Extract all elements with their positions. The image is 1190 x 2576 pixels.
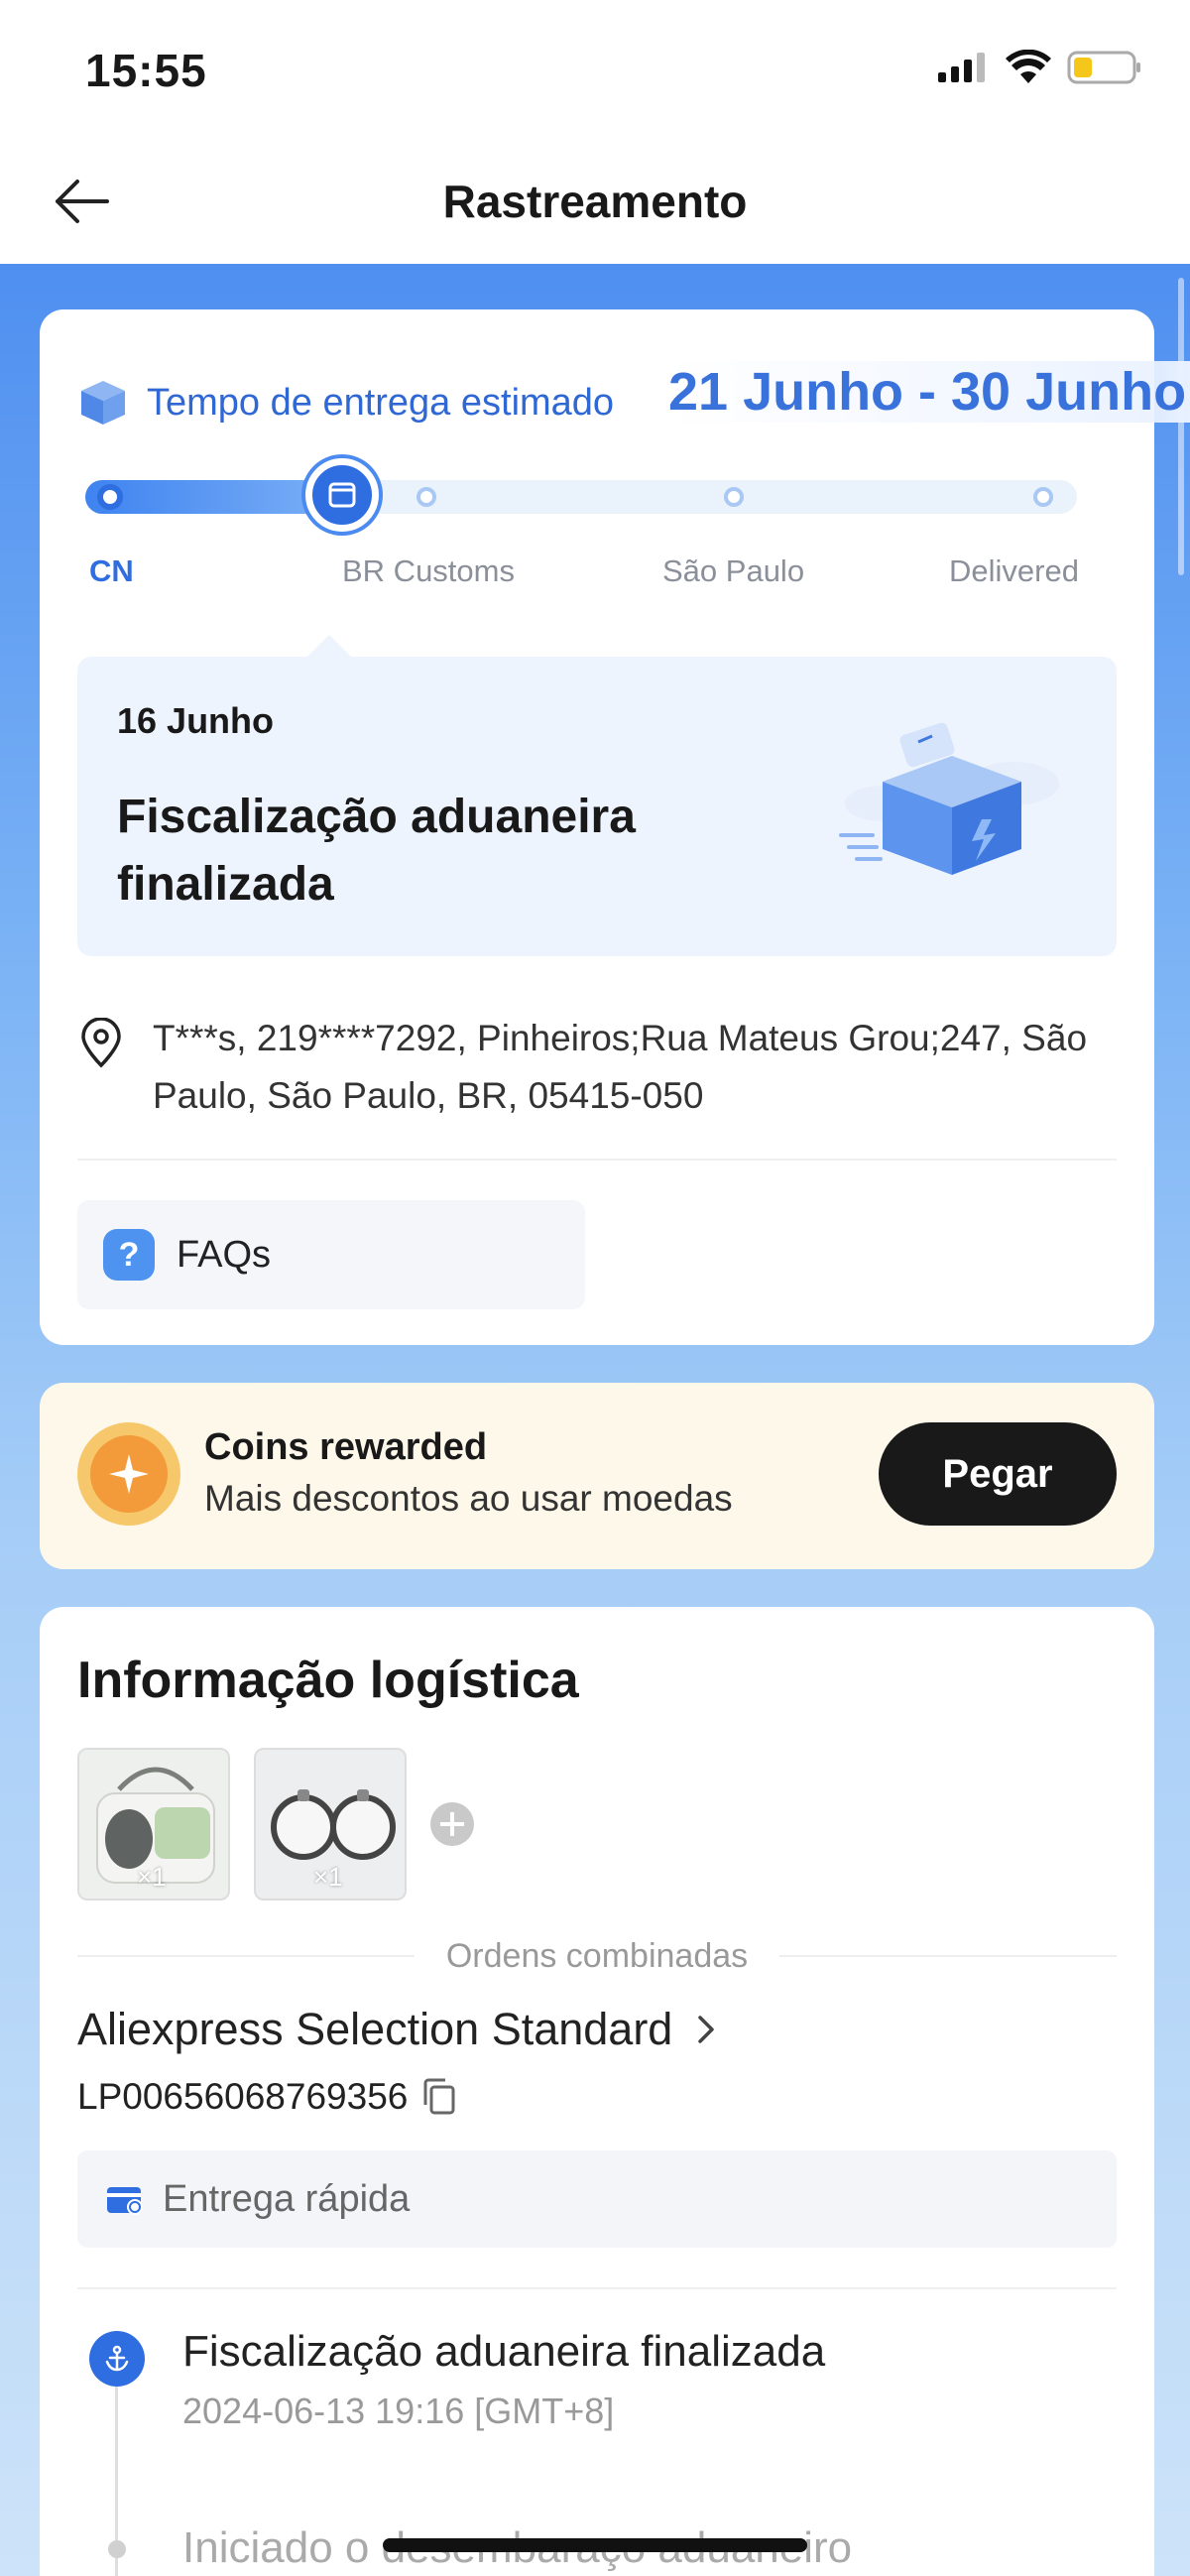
coins-title: Coins rewarded [204, 1426, 488, 1468]
home-indicator[interactable] [383, 2538, 807, 2552]
current-stage-marker [305, 458, 379, 532]
stage-dot-cn [97, 484, 123, 510]
estimate-row: Tempo de entrega estimado [77, 377, 614, 429]
wifi-icon [1006, 50, 1051, 83]
item-thumbnail[interactable]: ×1 [77, 1748, 230, 1901]
stage-dot-br-customs [416, 487, 436, 507]
fast-delivery-icon [107, 2187, 143, 2215]
tracking-number: LP00656068769356 [77, 2076, 409, 2117]
current-status-box[interactable]: 16 Junho Fiscalização aduaneira finaliza… [77, 657, 1117, 956]
cellular-signal-icon [938, 53, 985, 82]
status-icons [936, 50, 1142, 85]
combined-orders-label: Ordens combinadas [445, 1936, 749, 1975]
plus-icon[interactable] [430, 1802, 474, 1846]
logistics-title: Informação logística [77, 1652, 579, 1709]
tracking-row: LP00656068769356 [77, 2075, 461, 2119]
stage-dot-delivered [1033, 487, 1053, 507]
page-title: Rastreamento [442, 176, 748, 227]
location-pin-icon [81, 1018, 121, 1068]
coins-subtitle: Mais descontos ao usar moedas [204, 1478, 733, 1519]
faq-label: FAQs [177, 1233, 272, 1276]
progress-track [85, 458, 1077, 532]
item-quantity: ×1 [313, 1862, 343, 1892]
package-icon [81, 381, 125, 425]
address-row: T***s, 219****7292, Pinheiros;Rua Mateus… [77, 1010, 1117, 1125]
timeline-dot [108, 2540, 126, 2558]
scrollbar[interactable] [1178, 278, 1184, 575]
item-thumbnail[interactable]: ×1 [254, 1748, 407, 1901]
box-icon [328, 482, 356, 508]
status-title: Fiscalização aduaneira finalizada [117, 791, 636, 911]
stage-label: CN [89, 553, 134, 588]
stage-label: Delivered [949, 553, 1079, 588]
combined-orders-divider: Ordens combinadas [77, 1934, 1117, 1978]
timeline-event-time: 2024-06-13 19:16 [GMT+8] [182, 2391, 615, 2431]
carrier-row[interactable]: Aliexpress Selection Standard [77, 2004, 724, 2055]
stage-labels: CN BR Customs São Paulo Delivered [40, 553, 1154, 597]
carrier-name: Aliexpress Selection Standard [77, 2004, 673, 2054]
faq-button[interactable]: ? FAQs [77, 1200, 585, 1309]
estimate-label: Tempo de entrega estimado [147, 381, 615, 424]
divider [77, 1159, 1117, 1161]
item-thumbnails: ×1 ×1 [77, 1748, 474, 1901]
chevron-right-icon [698, 2016, 715, 2043]
anchor-icon [89, 2331, 145, 2387]
status-time: 15:55 [85, 45, 207, 96]
fast-delivery-label: Entrega rápida [163, 2177, 411, 2220]
question-icon: ? [103, 1229, 155, 1281]
stage-label: São Paulo [662, 553, 805, 588]
item-quantity: ×1 [137, 1862, 167, 1892]
status-bar: 15:55 [0, 0, 1190, 139]
delivery-card: Tempo de entrega estimado 21 Junho - 30 … [40, 309, 1190, 1345]
battery-icon [1067, 51, 1140, 84]
coin-icon [77, 1422, 180, 1526]
fast-delivery-row: Entrega rápida [77, 2150, 1117, 2248]
estimate-dates: 21 Junho - 30 Junho [668, 361, 1190, 423]
copy-icon[interactable] [417, 2075, 461, 2119]
timeline-event-title: Fiscalização aduaneira finalizada [182, 2327, 826, 2376]
logistics-card: Informação logística ×1 ×1 Ordens combin… [40, 1607, 1154, 2576]
status-date: 16 Junho [117, 700, 275, 741]
coins-card: Coins rewarded Mais descontos ao usar mo… [40, 1383, 1154, 1569]
collect-coins-button[interactable]: Pegar [879, 1422, 1117, 1526]
stage-dot-sao-paulo [724, 487, 744, 507]
divider [77, 2287, 1117, 2289]
status-pointer [307, 635, 351, 657]
nav-bar: Rastreamento [0, 139, 1190, 264]
stage-label: BR Customs [342, 553, 515, 588]
shipping-address: T***s, 219****7292, Pinheiros;Rua Mateus… [153, 1018, 1088, 1116]
delivery-box-illustration [839, 722, 1059, 875]
